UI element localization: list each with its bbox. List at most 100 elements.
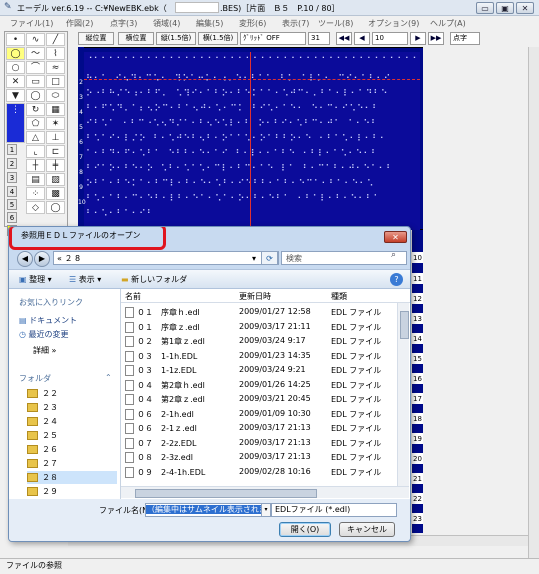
folders-heading[interactable]: フォルダ — [19, 373, 51, 384]
organize-button[interactable]: ▣ 整理 ▾ — [19, 274, 52, 285]
triangle-tool-icon[interactable]: △ — [26, 131, 45, 144]
grid-tool-icon[interactable]: ▦ — [46, 103, 65, 116]
grid-dropdown[interactable]: ｸﾞﾘｯﾄﾞ OFF — [240, 32, 306, 45]
file-row[interactable]: ０９ 2-4-1h.EDL 2009/02/28 10:16 EDL ファイル — [121, 465, 397, 480]
column-date[interactable]: 更新日時 — [239, 291, 271, 302]
file-row[interactable]: ０６ 2-1h.edl 2009/01/09 10:30 EDL ファイル — [121, 407, 397, 422]
file-row[interactable]: ０７ 2-2z.EDL 2009/03/17 21:13 EDL ファイル — [121, 436, 397, 451]
wave-tool-icon[interactable]: ≈ — [46, 61, 65, 74]
freehand-tool-icon[interactable]: ∿ — [26, 33, 45, 46]
folder-item[interactable]: ２７ — [27, 457, 58, 470]
square-tool-icon[interactable]: □ — [46, 75, 65, 88]
file-row[interactable]: ０８ 2-3z.edl 2009/03/17 21:13 EDL ファイル — [121, 450, 397, 465]
file-row[interactable]: ０４ 第2章ｈ.edl 2009/01/26 14:25 EDL ファイル — [121, 378, 397, 393]
arc-tool-icon[interactable]: ⌒ — [26, 61, 45, 74]
axis-tool-icon[interactable]: ⊥ — [46, 131, 65, 144]
file-list-vertical-scrollbar[interactable] — [397, 303, 409, 486]
ellipse-tool-icon[interactable]: ◯ — [26, 89, 45, 102]
file-row[interactable]: ０４ 第2章ｚ.edl 2009/03/21 20:45 EDL ファイル — [121, 392, 397, 407]
grid-number-dropdown[interactable]: 31 — [308, 32, 330, 45]
new-folder-button[interactable]: ▬ 新しいフォルダ — [121, 274, 187, 285]
next-page-button[interactable]: ▶ — [410, 32, 426, 45]
line-tool-icon[interactable]: ╱ — [46, 33, 65, 46]
file-row[interactable]: ０１ 序章ｚ.edl 2009/03/17 21:11 EDL ファイル — [121, 320, 397, 335]
menu-edit[interactable]: 編集(5) — [196, 18, 223, 29]
column-type[interactable]: 種類 — [331, 291, 347, 302]
dense-fill-icon[interactable]: ▩ — [46, 187, 65, 200]
zigzag-tool-icon[interactable]: ⌇ — [46, 47, 65, 60]
horizontal-scale-button[interactable]: 横(1.5倍) — [198, 32, 238, 45]
back-button[interactable]: ◀ — [17, 251, 33, 267]
file-row[interactable]: ０３ 1-1z.EDL 2009/03/24 9:21 EDL ファイル — [121, 363, 397, 378]
menu-file[interactable]: ファイル(1) — [10, 18, 53, 29]
corner-tool-icon[interactable]: ⌞ — [26, 145, 45, 158]
circle-dot-tool-icon[interactable]: ◯ — [6, 47, 25, 60]
pointer-tool-icon[interactable]: • — [6, 33, 25, 46]
menu-braille[interactable]: 点字(3) — [110, 18, 137, 29]
rectangle-tool-icon[interactable]: ▭ — [26, 75, 45, 88]
file-row[interactable]: ０２ 第1章ｚ.edl 2009/03/24 9:17 EDL ファイル — [121, 334, 397, 349]
mode-dropdown[interactable]: 点字 — [450, 32, 480, 45]
search-icon[interactable]: ⌕ — [391, 250, 396, 260]
forward-button[interactable]: ▶ — [34, 251, 50, 267]
diagonal-fill-icon[interactable]: ▨ — [46, 173, 65, 186]
cross-tool-icon[interactable]: ┼ — [26, 159, 45, 172]
shape-tool-icon[interactable]: ◇ — [26, 201, 45, 214]
folder-item[interactable]: ２９ — [27, 485, 58, 498]
filename-dropdown-icon[interactable]: ▾ — [261, 503, 271, 517]
palette-number-5[interactable]: 5 — [7, 199, 17, 210]
folder-item[interactable]: ２２ — [27, 387, 58, 400]
ellipse-outline-icon[interactable]: ◯ — [46, 201, 65, 214]
palette-number-2[interactable]: 2 — [7, 158, 17, 169]
page-number-dropdown[interactable]: 10 — [372, 32, 408, 45]
folder-item[interactable]: ２６ — [27, 443, 58, 456]
menu-help[interactable]: ヘルプ(A) — [430, 18, 466, 29]
dialog-close-button[interactable]: ✕ — [384, 231, 407, 243]
view-button[interactable]: ☰ 表示 ▾ — [69, 274, 101, 285]
more-link[interactable]: 詳細 » — [33, 345, 56, 356]
circle-tool-icon[interactable]: ○ — [6, 61, 25, 74]
file-list-horizontal-scrollbar[interactable] — [121, 486, 409, 498]
folders-collapse-icon[interactable]: ⌃ — [105, 373, 112, 382]
first-page-button[interactable]: ◀◀ — [336, 32, 352, 45]
dotted-fill-icon[interactable]: ⁘ — [26, 187, 45, 200]
file-row[interactable]: ０１ 序章ｈ.edl 2009/01/27 12:58 EDL ファイル — [121, 305, 397, 320]
palette-number-6[interactable]: 6 — [7, 212, 17, 223]
curve-tool-icon[interactable]: ～ — [26, 47, 45, 60]
minimize-button[interactable]: ▭ — [476, 2, 494, 14]
hatch-fill-icon[interactable]: ▤ — [26, 173, 45, 186]
horizontal-position-button[interactable]: 横位置 — [118, 32, 154, 45]
menu-options[interactable]: オプション(9) — [368, 18, 419, 29]
documents-link[interactable]: ▤ ドキュメント — [19, 315, 77, 326]
delete-tool-icon[interactable]: ✕ — [6, 75, 25, 88]
star-tool-icon[interactable]: ✶ — [46, 117, 65, 130]
file-row[interactable]: ０６ 2-1ｚ.edl 2009/03/17 21:13 EDL ファイル — [121, 421, 397, 436]
search-input[interactable]: 検索 — [281, 251, 407, 265]
last-page-button[interactable]: ▶▶ — [428, 32, 444, 45]
maximize-button[interactable]: ▣ — [496, 2, 514, 14]
scroll-thumb[interactable] — [400, 311, 409, 339]
vertical-position-button[interactable]: 縦位置 — [78, 32, 114, 45]
rotate-tool-icon[interactable]: ↻ — [26, 103, 45, 116]
menu-region[interactable]: 領域(4) — [153, 18, 180, 29]
close-button[interactable]: ✕ — [516, 2, 534, 14]
palette-number-4[interactable]: 4 — [7, 186, 17, 197]
open-button[interactable]: 開く(O) — [279, 522, 331, 537]
folder-item-selected[interactable]: ２８ — [27, 471, 117, 484]
menu-draw[interactable]: 作図(2) — [66, 18, 93, 29]
vertical-scrollbar[interactable] — [528, 47, 539, 558]
down-arrow-icon[interactable]: ▼ — [6, 89, 25, 102]
prev-page-button[interactable]: ◀ — [354, 32, 370, 45]
vertical-scale-button[interactable]: 縦(1.5倍) — [156, 32, 196, 45]
folder-item[interactable]: ２３ — [27, 401, 58, 414]
dot-density-icon[interactable]: ⋮ — [6, 103, 25, 143]
address-dropdown-icon[interactable]: ▾ — [252, 252, 256, 265]
file-row[interactable]: ０３ 1-1h.EDL 2009/01/23 14:35 EDL ファイル — [121, 349, 397, 364]
refresh-button[interactable]: ⟳ — [261, 251, 278, 265]
palette-number-1[interactable]: 1 — [7, 144, 17, 155]
cancel-button[interactable]: キャンセル — [339, 522, 395, 537]
recent-link[interactable]: ◷ 最近の変更 — [19, 329, 69, 340]
hatch-tool-icon[interactable]: ╪ — [46, 159, 65, 172]
bracket-tool-icon[interactable]: ⊏ — [46, 145, 65, 158]
folder-item[interactable]: ２５ — [27, 429, 58, 442]
